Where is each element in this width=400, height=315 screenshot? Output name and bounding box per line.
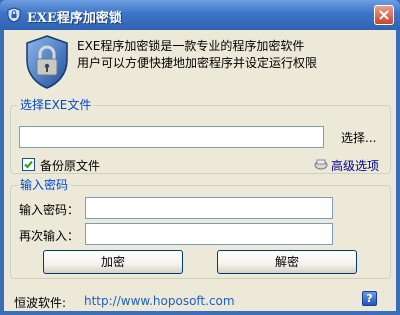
advanced-options-link[interactable]: 高级选项 — [331, 157, 379, 174]
shield-lock-logo — [26, 35, 68, 89]
password-label: 输入密码： — [19, 203, 80, 217]
browse-button[interactable]: 选择... — [341, 129, 376, 146]
decrypt-button[interactable]: 解密 — [217, 250, 357, 274]
app-window: EXE程序加密锁 EXE程序加密锁是一款专业的程序加密软件 用户可以方便快捷地加… — [0, 0, 400, 315]
help-button[interactable]: ? — [362, 291, 377, 306]
advanced-options-icon — [314, 159, 328, 170]
window-title: EXE程序加密锁 — [27, 11, 122, 26]
confirm-password-input[interactable] — [85, 223, 333, 245]
intro-text: EXE程序加密锁是一款专业的程序加密软件 用户可以方便快捷地加密程序并设定运行权… — [77, 38, 317, 72]
backup-label[interactable]: 备份原文件 — [40, 157, 100, 174]
check-icon — [24, 160, 33, 169]
title-bar[interactable]: EXE程序加密锁 — [0, 0, 400, 30]
intro-line-2: 用户可以方便快捷地加密程序并设定运行权限 — [77, 56, 318, 70]
file-group-title: 选择EXE文件 — [17, 98, 95, 113]
shield-lock-icon — [7, 7, 21, 23]
file-group: 选择EXE文件 选择... 备份原文件 高级选项 — [10, 98, 391, 174]
password-group: 输入密码 输入密码： 再次输入： 加密 解密 — [10, 178, 391, 279]
close-button[interactable] — [374, 5, 394, 25]
confirm-password-label: 再次输入： — [19, 229, 80, 243]
client-area: EXE程序加密锁是一款专业的程序加密软件 用户可以方便快捷地加密程序并设定运行权… — [4, 30, 396, 311]
company-label: 恒波软件: — [14, 296, 67, 310]
close-icon — [379, 10, 389, 20]
backup-checkbox[interactable] — [22, 158, 35, 171]
password-group-title: 输入密码 — [17, 178, 72, 193]
intro-line-1: EXE程序加密锁是一款专业的程序加密软件 — [77, 39, 305, 53]
exe-file-input[interactable] — [19, 126, 324, 148]
encrypt-button[interactable]: 加密 — [43, 250, 183, 274]
website-link[interactable]: http://www.hoposoft.com — [84, 294, 235, 308]
password-input[interactable] — [85, 197, 333, 219]
